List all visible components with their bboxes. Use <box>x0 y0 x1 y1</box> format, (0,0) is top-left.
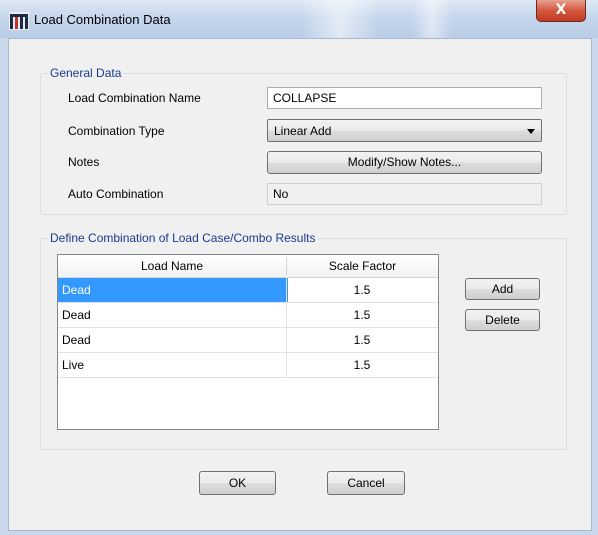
close-button[interactable]: X <box>536 0 586 22</box>
window-title: Load Combination Data <box>34 12 171 27</box>
load-case-table[interactable]: Load Name Scale Factor Dead 1.5 Dead 1.5… <box>57 254 439 430</box>
combination-name-field[interactable]: COLLAPSE <box>267 87 542 109</box>
chevron-down-icon <box>527 129 535 134</box>
table-header: Load Name Scale Factor <box>58 255 438 278</box>
close-icon: X <box>555 2 567 18</box>
ok-button[interactable]: OK <box>199 471 276 495</box>
scale-factor-cell[interactable]: 1.5 <box>286 278 438 302</box>
add-button[interactable]: Add <box>465 278 540 300</box>
load-name-cell[interactable]: Dead <box>58 303 288 327</box>
combination-type-label: Combination Type <box>68 124 165 138</box>
app-icon <box>9 12 29 30</box>
combination-type-value: Linear Add <box>274 124 332 138</box>
define-combination-caption: Define Combination of Load Case/Combo Re… <box>48 231 318 245</box>
combination-name-label: Load Combination Name <box>68 91 201 105</box>
scale-factor-cell[interactable]: 1.5 <box>286 303 438 327</box>
notes-label: Notes <box>68 155 100 169</box>
load-name-cell[interactable]: Dead <box>58 328 288 352</box>
titlebar-sheen <box>412 0 452 38</box>
load-name-cell[interactable]: Live <box>58 353 288 377</box>
cancel-button[interactable]: Cancel <box>327 471 405 495</box>
combination-type-select[interactable]: Linear Add <box>267 119 542 142</box>
table-row[interactable]: Live 1.5 <box>58 353 438 378</box>
load-name-cell[interactable]: Dead <box>58 278 288 302</box>
window-frame <box>0 38 8 535</box>
column-header-load-name[interactable]: Load Name <box>58 255 286 277</box>
scale-factor-cell[interactable]: 1.5 <box>286 353 438 377</box>
title-bar[interactable]: Load Combination Data X <box>0 0 598 38</box>
auto-combination-field: No <box>267 183 542 205</box>
table-row[interactable]: Dead 1.5 <box>58 328 438 353</box>
auto-combination-label: Auto Combination <box>68 187 164 201</box>
scale-factor-cell[interactable]: 1.5 <box>286 328 438 352</box>
modify-show-notes-button[interactable]: Modify/Show Notes... <box>267 151 542 174</box>
titlebar-sheen <box>300 0 380 38</box>
delete-button[interactable]: Delete <box>465 309 540 331</box>
table-row[interactable]: Dead 1.5 <box>58 278 438 303</box>
column-header-scale-factor[interactable]: Scale Factor <box>287 255 438 277</box>
table-row[interactable]: Dead 1.5 <box>58 303 438 328</box>
general-data-caption: General Data <box>48 66 124 80</box>
